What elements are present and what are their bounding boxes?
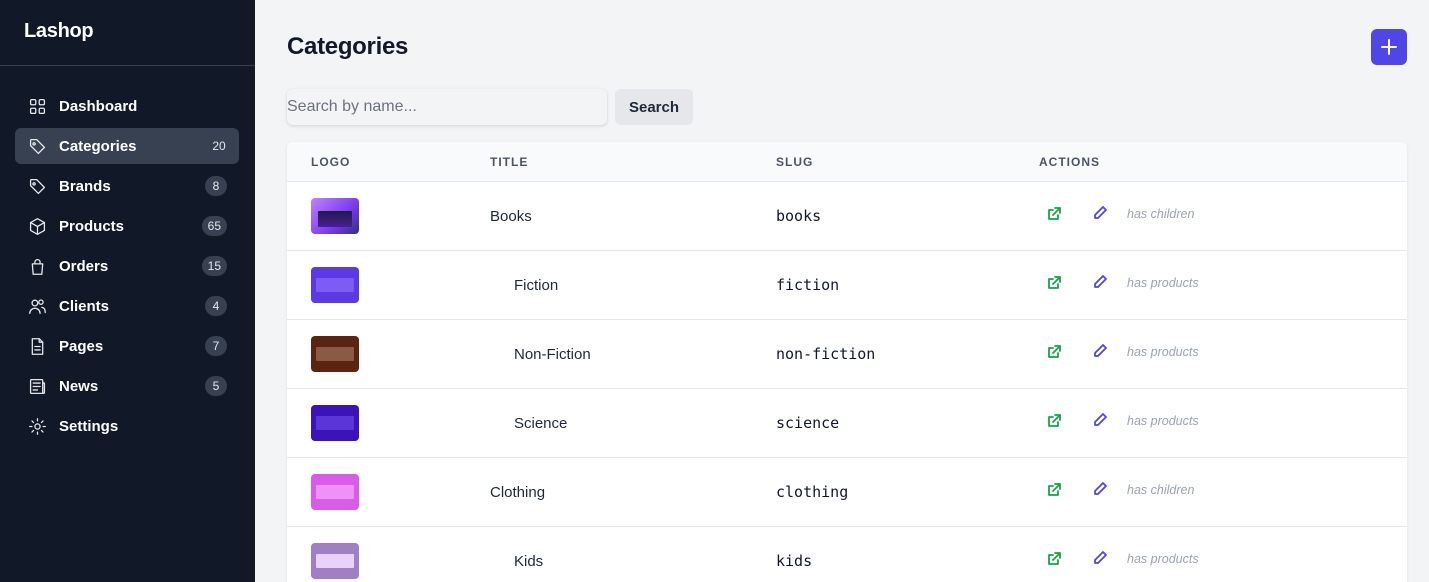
count-badge: 15 — [201, 256, 227, 276]
column-header-slug: SLUG — [776, 155, 814, 169]
main-content: Categories Search LOGO TITLE SLUG ACTION… — [255, 0, 1429, 582]
page-title: Categories — [287, 33, 409, 60]
table-row: Clothing clothing has children — [287, 458, 1407, 527]
category-logo-image — [311, 474, 359, 510]
open-external-icon[interactable] — [1046, 413, 1062, 429]
open-external-icon[interactable] — [1046, 275, 1062, 291]
sidebar-item-label: News — [59, 377, 99, 395]
category-status-note: has products — [1127, 345, 1199, 359]
category-status-note: has children — [1127, 207, 1195, 221]
category-slug: fiction — [776, 276, 840, 294]
table-row: Science science has products — [287, 389, 1407, 458]
table-row: Non-Fiction non-fiction has products — [287, 320, 1407, 389]
add-category-button[interactable] — [1371, 29, 1407, 65]
count-badge: 7 — [205, 336, 227, 356]
category-status-note: has products — [1127, 276, 1199, 290]
plus-icon — [1381, 39, 1397, 55]
sidebar-item-label: Dashboard — [59, 97, 138, 115]
category-status-note: has products — [1127, 414, 1199, 428]
sidebar-item-label: Brands — [59, 177, 111, 195]
categories-table: LOGO TITLE SLUG ACTIONS Books books has ch… — [287, 142, 1407, 582]
count-badge: 20 — [212, 139, 226, 153]
category-logo-image — [311, 267, 359, 303]
sidebar-item-settings[interactable]: Settings — [15, 408, 239, 444]
shopping-bag-icon — [27, 256, 47, 276]
category-slug: science — [776, 414, 840, 432]
gear-icon — [27, 416, 47, 436]
tag-icon — [27, 176, 47, 196]
sidebar-item-label: Products — [59, 217, 125, 235]
table-row: Books books has children — [287, 182, 1407, 251]
tag-icon — [27, 136, 47, 156]
sidebar-item-brands[interactable]: Brands 8 — [15, 168, 239, 204]
newspaper-icon — [27, 376, 47, 396]
count-badge: 5 — [205, 376, 227, 396]
sidebar-item-label: Settings — [59, 417, 119, 435]
sidebar-nav: Dashboard Categories 20 Brands 8 Products 65 Or… — [0, 66, 255, 444]
category-title: Books — [490, 208, 532, 225]
category-title: Science — [514, 415, 568, 432]
search-button[interactable]: Search — [615, 89, 693, 125]
category-title: Clothing — [490, 484, 546, 501]
column-header-title: TITLE — [490, 155, 529, 169]
cube-icon — [27, 216, 47, 236]
category-logo-image — [311, 198, 359, 234]
count-badge: 65 — [201, 216, 227, 236]
dashboard-grid-icon — [27, 96, 47, 116]
users-icon — [27, 296, 47, 316]
sidebar-item-pages[interactable]: Pages 7 — [15, 328, 239, 364]
category-title: Fiction — [514, 277, 559, 294]
category-logo-image — [311, 405, 359, 441]
sidebar-item-label: Categories — [59, 137, 137, 155]
open-external-icon[interactable] — [1046, 551, 1062, 567]
sidebar-item-label: Clients — [59, 297, 110, 315]
category-logo-image — [311, 336, 359, 372]
pencil-edit-icon[interactable] — [1092, 481, 1108, 497]
pencil-edit-icon[interactable] — [1092, 550, 1108, 566]
category-slug: non-fiction — [776, 345, 876, 363]
category-slug: books — [776, 207, 822, 225]
sidebar: Lashop Dashboard Categories 20 Brands 8 Produ… — [0, 0, 255, 582]
category-status-note: has children — [1127, 483, 1195, 497]
sidebar-item-dashboard[interactable]: Dashboard — [15, 88, 239, 124]
table-row: Fiction fiction has products — [287, 251, 1407, 320]
pencil-edit-icon[interactable] — [1092, 274, 1108, 290]
category-slug: clothing — [776, 483, 849, 501]
category-title: Kids — [514, 553, 544, 570]
sidebar-item-orders[interactable]: Orders 15 — [15, 248, 239, 284]
open-external-icon[interactable] — [1046, 206, 1062, 222]
sidebar-item-label: Orders — [59, 257, 109, 275]
table-header: LOGO TITLE SLUG ACTIONS — [287, 142, 1407, 182]
pencil-edit-icon[interactable] — [1092, 343, 1108, 359]
table-body: Books books has children Fiction fiction has … — [287, 182, 1407, 582]
count-badge: 4 — [205, 296, 227, 316]
document-icon — [27, 336, 47, 356]
count-badge: 8 — [205, 176, 227, 196]
category-title: Non-Fiction — [514, 346, 591, 363]
sidebar-item-news[interactable]: News 5 — [15, 368, 239, 404]
open-external-icon[interactable] — [1046, 482, 1062, 498]
category-slug: kids — [776, 552, 813, 570]
open-external-icon[interactable] — [1046, 344, 1062, 360]
column-header-logo: LOGO — [311, 155, 351, 169]
table-row: Kids kids has products — [287, 527, 1407, 582]
pencil-edit-icon[interactable] — [1092, 412, 1108, 428]
sidebar-item-label: Pages — [59, 337, 104, 355]
column-header-actions: ACTIONS — [1039, 155, 1100, 169]
sidebar-item-clients[interactable]: Clients 4 — [15, 288, 239, 324]
brand-logo[interactable]: Lashop — [0, 0, 255, 66]
pencil-edit-icon[interactable] — [1092, 205, 1108, 221]
category-logo-image — [311, 543, 359, 579]
search-input[interactable] — [287, 89, 607, 125]
sidebar-item-categories[interactable]: Categories 20 — [15, 128, 239, 164]
sidebar-item-products[interactable]: Products 65 — [15, 208, 239, 244]
category-status-note: has products — [1127, 552, 1199, 566]
